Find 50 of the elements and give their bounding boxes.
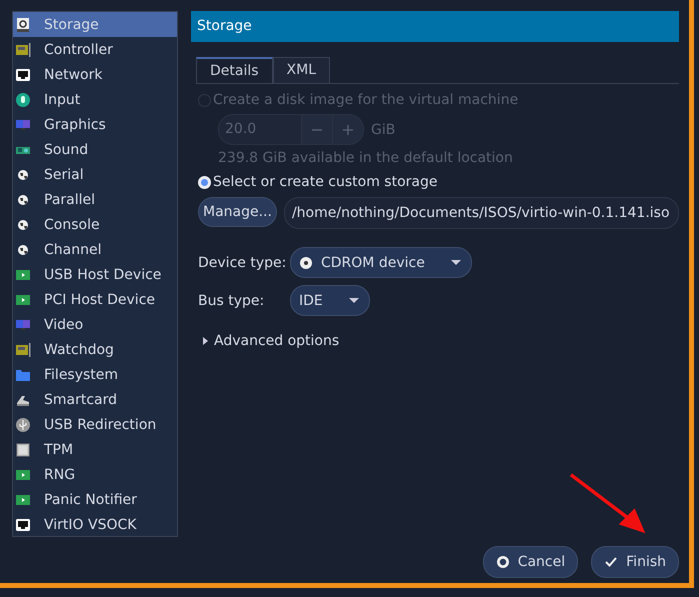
sidebar-item[interactable]: Console [13,212,177,237]
sidebar-item[interactable]: Parallel [13,187,177,212]
sidebar-item[interactable]: USB Host Device [13,262,177,287]
sidebar-item[interactable]: Video [13,312,177,337]
finish-button[interactable]: Finish [591,546,679,578]
ethernet-port-icon [15,516,31,532]
path-field[interactable]: /home/nothing/Documents/ISOS/virtio-win-0.1.141.iso [284,197,679,229]
sidebar-item[interactable]: Watchdog [13,337,177,362]
sidebar-item[interactable]: Channel [13,237,177,262]
sidebar-item[interactable]: TPM [13,437,177,462]
option-label: Create a disk image for the virtual machine [213,92,518,108]
sidebar-item[interactable]: Serial [13,162,177,187]
field-label: Bus type: [198,292,266,308]
sidebar-item[interactable]: Graphics [13,112,177,137]
checkmark-icon [604,555,618,569]
device-type-dropdown[interactable]: CDROM device [290,247,472,278]
page-header: Storage [191,11,679,42]
ethernet-port-icon [15,66,31,82]
stop-icon [496,555,510,569]
sidebar-item[interactable]: Network [13,62,177,87]
disc-icon [299,256,313,270]
expansion-card-icon [15,342,31,358]
expander-arrow-icon [203,336,209,346]
usb-icon [15,416,31,432]
sidebar-item[interactable]: Smartcard [13,387,177,412]
tab[interactable]: Details [196,57,273,83]
option-label: Select or create custom storage [213,174,438,190]
sidebar-item[interactable]: Storage [13,12,177,37]
sidebar-item[interactable]: Panic Notifier [13,487,177,512]
sidebar-item[interactable]: Controller [13,37,177,62]
caret-icon [348,298,359,304]
manage-button[interactable]: Manage... [198,197,277,227]
caret-icon [450,260,461,266]
sidebar-item[interactable]: Filesystem [13,362,177,387]
tab[interactable]: XML [272,57,330,83]
sidebar-item[interactable]: Input [13,87,177,112]
chip-icon [15,442,31,458]
sidebar-item[interactable]: RNG [13,462,177,487]
mouse-icon [15,92,31,108]
sidebar-item[interactable]: VirtIO VSOCK [13,512,177,537]
expansion-card-icon [15,42,31,58]
sidebar-item[interactable]: PCI Host Device [13,287,177,312]
sidebar-item[interactable]: Sound [13,137,177,162]
advanced-options-expander[interactable]: Advanced options [203,333,340,349]
field-label: Device type: [198,254,288,270]
sidebar-item[interactable]: USB Redirection [13,412,177,437]
cancel-button[interactable]: Cancel [482,546,578,578]
bus-type-dropdown[interactable]: IDE [290,285,370,316]
unit-label: GiB [371,122,396,138]
availability-note: 239.8 GiB available in the default location [218,150,514,166]
